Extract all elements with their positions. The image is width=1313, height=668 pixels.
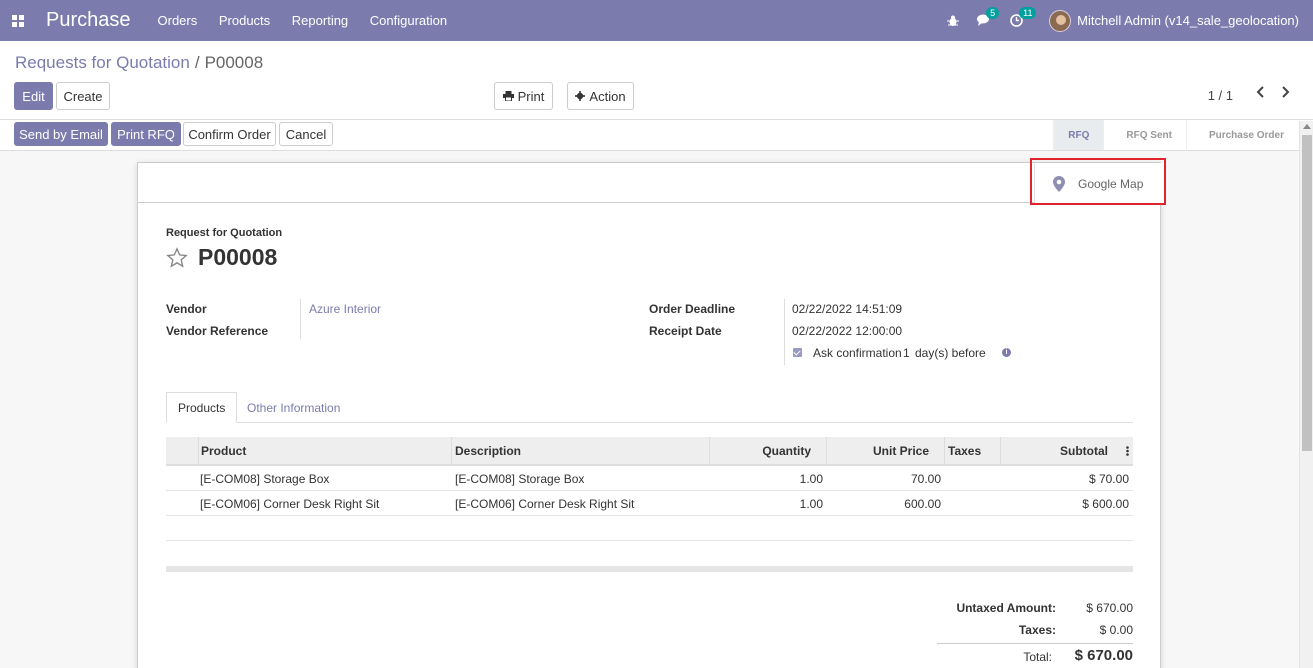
taxes-label: Taxes:	[1018, 623, 1056, 637]
column-description[interactable]: Description	[451, 437, 709, 464]
top-navbar: Purchase Orders Products Reporting Confi…	[0, 0, 1313, 41]
breadcrumb: Requests for Quotation / P00008	[15, 53, 263, 73]
table-header: Product Description Quantity Unit Price …	[166, 437, 1133, 466]
print-button[interactable]: Print	[494, 82, 553, 110]
menu-item-reporting[interactable]: Reporting	[292, 13, 348, 28]
row-subtotal: $ 600.00	[1082, 496, 1129, 511]
row-unit-price: 70.00	[910, 471, 941, 486]
tab-other-information[interactable]: Other Information	[236, 392, 351, 423]
print-button-label: Print	[517, 88, 545, 104]
main-menu: Orders Products Reporting Configuration	[149, 13, 457, 28]
breadcrumb-current: P00008	[204, 53, 264, 72]
total-value: $ 670.00	[1074, 647, 1133, 664]
vendor-field[interactable]: Azure Interior	[309, 302, 381, 316]
row-unit-price: 600.00	[904, 496, 941, 511]
table-footer	[166, 566, 1133, 572]
vendor-label: Vendor	[166, 302, 207, 316]
row-description: [E-COM06] Corner Desk Right Sit	[455, 496, 635, 511]
messages-count-badge: 5	[986, 7, 1000, 19]
app-title[interactable]: Purchase	[46, 9, 131, 32]
order-deadline-field[interactable]: 02/22/2022 14:51:09	[792, 302, 902, 316]
edit-button[interactable]: Edit	[14, 82, 53, 110]
receipt-date-field[interactable]: 02/22/2022 12:00:00	[792, 324, 902, 338]
scroll-up-icon[interactable]	[1303, 124, 1311, 129]
field-separator	[300, 299, 301, 339]
create-button[interactable]: Create	[56, 82, 110, 110]
activities-count-badge: 11	[1019, 7, 1037, 19]
status-stages: RFQ RFQ Sent Purchase Order	[1053, 120, 1298, 150]
untaxed-amount-value: $ 670.00	[1086, 601, 1133, 615]
control-panel: Requests for Quotation / P00008 Edit Creat…	[0, 41, 1313, 120]
menu-item-orders[interactable]: Orders	[158, 13, 198, 28]
debug-bug-icon[interactable]	[947, 15, 960, 27]
scrollbar-thumb[interactable]	[1302, 135, 1312, 451]
column-quantity[interactable]: Quantity	[709, 437, 826, 464]
activities-clock-icon[interactable]: 11	[1010, 7, 1037, 27]
taxes-value: $ 0.00	[1099, 623, 1133, 637]
empty-table-row	[166, 516, 1133, 541]
breadcrumb-separator: /	[194, 53, 200, 72]
order-deadline-label: Order Deadline	[649, 302, 736, 316]
row-subtotal: $ 70.00	[1088, 471, 1129, 486]
pager-next-icon[interactable]	[1280, 85, 1291, 99]
smart-button-box	[138, 163, 1160, 203]
action-button[interactable]: Action	[567, 82, 634, 110]
pager-previous-icon[interactable]	[1255, 85, 1266, 99]
vendor-reference-label: Vendor Reference	[166, 324, 269, 338]
info-icon[interactable]: i	[1002, 348, 1011, 357]
row-quantity: 1.00	[799, 471, 823, 486]
document-type-label: Request for Quotation	[166, 227, 283, 239]
grid-icon	[12, 14, 24, 27]
table-row[interactable]: [E-COM06] Corner Desk Right Sit [E-COM06…	[166, 491, 1133, 516]
document-title: P00008	[166, 244, 277, 271]
form-statusbar: Send by Email Print RFQ Confirm Order Ca…	[0, 120, 1313, 151]
ask-confirmation-label: Ask confirmation	[813, 346, 902, 360]
user-avatar[interactable]	[1049, 9, 1072, 32]
favorite-star-icon[interactable]	[166, 246, 188, 269]
pager-value[interactable]: 1 / 1	[1208, 88, 1233, 103]
printer-icon	[502, 91, 514, 101]
receipt-date-label: Receipt Date	[649, 324, 722, 338]
column-subtotal[interactable]: Subtotal	[1000, 437, 1108, 464]
messages-icon[interactable]: 5	[977, 7, 1000, 27]
menu-item-products[interactable]: Products	[219, 13, 270, 28]
column-product[interactable]: Product	[198, 437, 450, 464]
confirm-order-button[interactable]: Confirm Order	[183, 122, 276, 146]
send-by-email-button[interactable]: Send by Email	[14, 122, 108, 146]
stage-purchase-order: Purchase Order	[1185, 120, 1298, 150]
row-quantity: 1.00	[799, 496, 823, 511]
form-sheet: Google Map Request for Quotation P00008 …	[137, 158, 1166, 668]
row-product: [E-COM06] Corner Desk Right Sit	[200, 496, 380, 511]
row-description: [E-COM08] Storage Box	[455, 471, 585, 486]
menu-item-configuration[interactable]: Configuration	[370, 13, 447, 28]
field-separator	[784, 299, 785, 365]
column-taxes[interactable]: Taxes	[944, 437, 1000, 464]
table-row[interactable]: [E-COM08] Storage Box [E-COM08] Storage …	[166, 466, 1133, 491]
stage-rfq: RFQ	[1053, 120, 1104, 150]
total-divider	[937, 643, 1133, 644]
vertical-scrollbar[interactable]	[1299, 121, 1313, 668]
order-lines-table: Product Description Quantity Unit Price …	[166, 437, 1133, 572]
stage-rfq-sent: RFQ Sent	[1103, 120, 1186, 150]
user-name[interactable]: Mitchell Admin (v14_sale_geolocation)	[1077, 13, 1299, 28]
untaxed-amount-label: Untaxed Amount:	[956, 601, 1056, 615]
notebook-tabs: Products Other Information	[166, 392, 1133, 423]
days-before-label: day(s) before	[915, 346, 986, 360]
apps-menu-icon[interactable]	[3, 0, 33, 41]
breadcrumb-parent-link[interactable]: Requests for Quotation	[15, 53, 190, 72]
highlight-box	[1030, 158, 1166, 205]
action-button-label: Action	[589, 88, 626, 104]
cancel-button[interactable]: Cancel	[279, 122, 333, 146]
gear-icon	[575, 91, 586, 101]
tab-products[interactable]: Products	[166, 392, 238, 423]
print-rfq-button[interactable]: Print RFQ	[111, 122, 181, 146]
confirmation-days-field[interactable]: 1	[903, 346, 910, 360]
row-product: [E-COM08] Storage Box	[200, 471, 330, 486]
document-name: P00008	[198, 244, 278, 270]
ask-confirmation-checkbox[interactable]	[793, 348, 802, 357]
column-unit-price[interactable]: Unit Price	[826, 437, 944, 464]
optional-columns-icon[interactable]	[1121, 437, 1133, 464]
